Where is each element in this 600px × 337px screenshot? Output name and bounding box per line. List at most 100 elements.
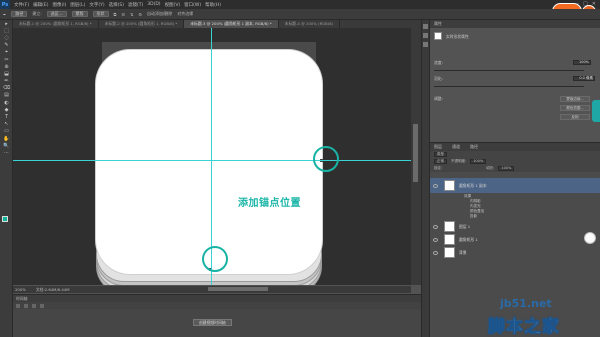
layer-row[interactable]: 圆角矩形 1 <box>430 234 600 246</box>
layer-row[interactable]: 图层 1 <box>430 221 600 233</box>
mask-button[interactable]: 蒙版 <box>71 11 88 17</box>
menu-item[interactable]: 帮助(H) <box>205 2 221 8</box>
density-slider[interactable] <box>434 70 584 71</box>
density-label: 浓度: <box>434 60 443 65</box>
document-tab[interactable]: 未标题-3 @ 200% (圆角矩形 1 副本, RGB/8) * <box>184 20 279 28</box>
document-tab[interactable]: 未标题-4 @ 200% (RGB/8) <box>278 20 340 28</box>
canvas-area[interactable]: 添加锚点位置 <box>13 28 421 285</box>
eye-icon[interactable] <box>433 184 438 188</box>
layer-effect-item[interactable]: 投影 <box>470 214 477 219</box>
density-value[interactable]: 100% <box>573 60 591 65</box>
invert-button[interactable]: 反相 <box>560 114 590 120</box>
tool-icon[interactable]: ⋯ <box>0 149 13 156</box>
horizontal-guide[interactable] <box>13 160 421 161</box>
mask-edge-button[interactable]: 蒙版边缘... <box>560 96 590 102</box>
prev-frame-icon[interactable] <box>24 303 28 308</box>
properties-title: 属性 <box>430 20 600 28</box>
layers-tabs: 图层 通道 路径 <box>430 143 600 151</box>
tool-icon[interactable]: ⌫ <box>0 85 13 92</box>
tool-icon[interactable]: ✂ <box>0 56 13 63</box>
properties-icon[interactable] <box>423 33 428 38</box>
auto-add-delete-checkbox[interactable]: 自动添加/删除 <box>147 11 172 17</box>
tool-icon[interactable]: ↖ <box>0 121 13 128</box>
menu-item[interactable]: 图像(I) <box>52 2 66 8</box>
tool-icon[interactable]: ⌖ <box>0 49 13 56</box>
vertical-scrollbar[interactable] <box>411 28 421 285</box>
tool-icon[interactable]: T <box>0 113 13 120</box>
shape-button[interactable]: 形状 <box>92 11 109 17</box>
tool-icon[interactable]: ▸ <box>0 20 13 27</box>
menu-item[interactable]: 图层(L) <box>70 2 85 8</box>
tool-icon[interactable]: ⊕ <box>0 63 13 70</box>
layer-name: 圆角矩形 1 副本 <box>459 183 487 188</box>
layers-tab[interactable]: 图层 <box>434 143 442 151</box>
tool-icon[interactable]: ⬚ <box>0 27 13 34</box>
layers-tab[interactable]: 路径 <box>470 143 478 151</box>
tool-icon[interactable]: ◌ <box>0 34 13 41</box>
tool-icon[interactable]: ▤ <box>0 92 13 99</box>
create-video-timeline-button[interactable]: 创建视频时间轴 <box>193 319 232 326</box>
align-edges-checkbox[interactable]: 对齐边缘 <box>177 11 193 17</box>
next-frame-icon[interactable] <box>40 303 44 308</box>
zoom-level[interactable]: 200% <box>15 286 26 293</box>
path-mode-select[interactable]: 路径 <box>11 11 28 17</box>
opacity-value[interactable]: 100% <box>470 159 487 164</box>
blend-mode-select[interactable]: 正常 <box>434 159 447 164</box>
feather-slider[interactable] <box>434 86 584 87</box>
arrange-icon[interactable]: ⇅ <box>130 12 133 17</box>
align-icon[interactable]: ☰ <box>121 12 125 17</box>
lock-label: 锁定: <box>434 166 443 170</box>
menu-item[interactable]: 3D(D) <box>147 2 160 8</box>
float-button[interactable] <box>584 232 596 244</box>
panel-icon-column <box>421 20 430 337</box>
layer-row[interactable]: 圆角矩形 1 副本 <box>430 180 600 192</box>
path-ops-icon[interactable]: ⧉ <box>114 12 117 17</box>
eye-icon[interactable] <box>433 225 438 229</box>
menu-item[interactable]: 选择(S) <box>109 2 124 8</box>
eye-icon[interactable] <box>433 251 438 255</box>
layers-tab[interactable]: 通道 <box>452 143 460 151</box>
play-icon[interactable] <box>32 303 36 308</box>
timeline-controls <box>13 302 421 309</box>
anchor-highlight-circle-bottom <box>202 246 228 272</box>
feedback-tab[interactable] <box>592 100 600 122</box>
foreground-color-swatch[interactable] <box>2 216 8 222</box>
tool-icon[interactable]: ✋ <box>0 135 13 142</box>
layer-filter-select[interactable]: 类型 <box>434 152 447 157</box>
tool-icon[interactable]: 🔍 <box>0 142 13 149</box>
horizontal-scroll-thumb[interactable] <box>208 287 268 291</box>
menu-item[interactable]: 视图(V) <box>165 2 181 8</box>
fill-label: 填充: <box>486 166 495 170</box>
first-frame-icon[interactable] <box>16 303 20 308</box>
menu-item[interactable]: 文件(F) <box>14 2 29 8</box>
color-range-button[interactable]: 颜色范围... <box>560 105 590 111</box>
properties-subtitle: 实时形状属性 <box>446 34 469 39</box>
menu-item[interactable]: 文字(Y) <box>89 2 104 8</box>
fill-value[interactable]: 100% <box>498 166 515 171</box>
selection-button[interactable]: 选区... <box>46 11 67 17</box>
document-tab[interactable]: 未标题-1 @ 200% (圆角矩形 1, RGB/8) * <box>13 20 99 28</box>
tool-icon[interactable]: ✎ <box>0 42 13 49</box>
eye-icon[interactable] <box>433 238 438 242</box>
rounded-rectangle-shape[interactable] <box>96 50 322 274</box>
history-icon[interactable] <box>423 24 428 29</box>
menu-item[interactable]: 窗口(W) <box>184 2 201 8</box>
tool-icon[interactable]: ▭ <box>0 128 13 135</box>
refine-label: 调整: <box>434 96 443 101</box>
tool-icon[interactable]: ✏ <box>0 78 13 85</box>
feather-value[interactable]: 0.0 像素 <box>573 76 595 81</box>
tool-icon[interactable]: ◐ <box>0 99 13 106</box>
layer-thumbnail <box>444 247 455 258</box>
tool-icon[interactable]: ⬓ <box>0 70 13 77</box>
vertical-scroll-thumb[interactable] <box>413 124 418 182</box>
tool-icon[interactable]: ◆ <box>0 106 13 113</box>
menu-item[interactable]: 滤镜(T) <box>128 2 143 8</box>
menu-item[interactable]: 编辑(E) <box>33 2 48 8</box>
watermark-brand: 脚本之家 <box>488 317 560 337</box>
layer-row[interactable]: 背景 <box>430 247 600 259</box>
gear-icon[interactable]: ⚙ <box>138 12 142 17</box>
document-tab[interactable]: 未标题-2 @ 200% (圆角矩形 1, RGB/8) * <box>98 20 185 28</box>
timeline-title: 时间轴 <box>13 295 421 302</box>
adjustments-icon[interactable] <box>423 42 428 47</box>
pen-tool-icon[interactable]: ✒ <box>3 12 6 17</box>
